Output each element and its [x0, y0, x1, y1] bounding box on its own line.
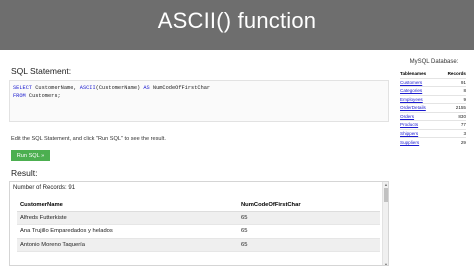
page-title: ASCII() function — [157, 8, 317, 33]
record-count-cell: 3 — [438, 128, 466, 138]
list-item: Suppliers 29 — [400, 137, 466, 146]
record-count-cell: 91 — [438, 77, 466, 87]
table-link-employees[interactable]: Employees — [400, 94, 439, 104]
sql-text: CustomerName, — [32, 85, 80, 91]
result-label: Result: — [11, 168, 38, 178]
table-row: Ana Trujillo Emparedados y helados 65 — [17, 224, 380, 239]
db-header-records: Records — [447, 71, 466, 77]
list-item: Shippers 3 — [400, 128, 466, 138]
table-link-products[interactable]: Products — [400, 120, 439, 129]
list-item: Customers 91 — [400, 77, 466, 87]
sql-keyword: ASCII — [79, 85, 96, 91]
edit-hint-text: Edit the SQL Statement, and click "Run S… — [11, 136, 166, 142]
table-link-orders[interactable]: Orders — [400, 111, 439, 121]
sql-keyword: SELECT — [13, 85, 33, 91]
scroll-up-arrow-icon[interactable]: ▲ — [383, 182, 388, 187]
record-count: Number of Records: 91 — [13, 185, 76, 191]
result-panel[interactable]: Number of Records: 91 CustomerName NumCo… — [9, 181, 389, 266]
table-row: Antonio Moreno Taquería 65 — [17, 238, 380, 252]
scroll-down-arrow-icon[interactable]: ▼ — [383, 262, 388, 265]
table-row: Alfreds Futterkiste 65 — [17, 211, 380, 225]
table-cell: 65 — [238, 211, 380, 225]
sql-statement-label: SQL Statement: — [11, 66, 72, 76]
sql-text: NumCodeOfFirstChar — [149, 85, 211, 91]
table-cell: Alfreds Futterkiste — [17, 211, 238, 225]
run-sql-button[interactable]: Run SQL » — [11, 150, 50, 161]
list-item: Categories 8 — [400, 86, 466, 95]
record-count-cell: 9 — [438, 94, 466, 104]
database-tables-list: Tablenames Records Customers 91 Categorie… — [400, 70, 466, 146]
record-count-cell: 29 — [438, 137, 466, 146]
table-link-shippers[interactable]: Shippers — [400, 128, 439, 138]
sql-editor[interactable]: SELECT CustomerName, ASCII(CustomerName)… — [9, 80, 389, 122]
table-link-categories[interactable]: Categories — [400, 86, 439, 95]
sql-text: Customers; — [25, 93, 61, 99]
sql-text: (CustomerName) — [95, 85, 144, 91]
table-link-customers[interactable]: Customers — [400, 77, 439, 87]
list-item: Products 77 — [400, 120, 466, 129]
record-count-cell: 2155 — [438, 103, 466, 112]
list-item: Orders 830 — [400, 111, 466, 121]
list-item: OrderDetails 2155 — [400, 103, 466, 112]
record-count-cell: 8 — [438, 86, 466, 95]
record-count-cell: 830 — [438, 111, 466, 121]
table-cell: Ana Trujillo Emparedados y helados — [17, 224, 238, 239]
database-title: MySQL Database: — [409, 59, 459, 65]
scrollbar-thumb[interactable] — [384, 188, 388, 202]
result-table: CustomerName NumCodeOfFirstChar Alfreds … — [17, 199, 380, 252]
column-header-customername: CustomerName — [17, 199, 238, 212]
table-link-suppliers[interactable]: Suppliers — [400, 137, 439, 146]
page-banner: ASCII() function — [0, 0, 474, 50]
main-panel: SQL Statement: SELECT CustomerName, ASCI… — [0, 50, 394, 266]
result-header-row: CustomerName NumCodeOfFirstChar — [17, 199, 380, 212]
sql-line-2: FROM Customers; — [13, 92, 385, 100]
table-cell: 65 — [238, 224, 380, 239]
sql-keyword: FROM — [13, 93, 26, 99]
database-sidebar: MySQL Database: Tablenames Records Custo… — [394, 50, 474, 266]
list-item: Employees 9 — [400, 94, 466, 104]
result-scrollbar[interactable]: ▲ ▼ — [382, 182, 388, 265]
record-count-cell: 77 — [438, 120, 466, 129]
column-header-numcode: NumCodeOfFirstChar — [238, 199, 380, 212]
db-header-tablenames: Tablenames — [400, 71, 427, 77]
table-cell: 65 — [238, 238, 380, 252]
table-link-orderdetails[interactable]: OrderDetails — [400, 103, 439, 112]
table-cell: Antonio Moreno Taquería — [17, 238, 238, 252]
db-header-row: Tablenames Records — [400, 70, 466, 78]
sql-line-1: SELECT CustomerName, ASCII(CustomerName)… — [13, 84, 385, 92]
